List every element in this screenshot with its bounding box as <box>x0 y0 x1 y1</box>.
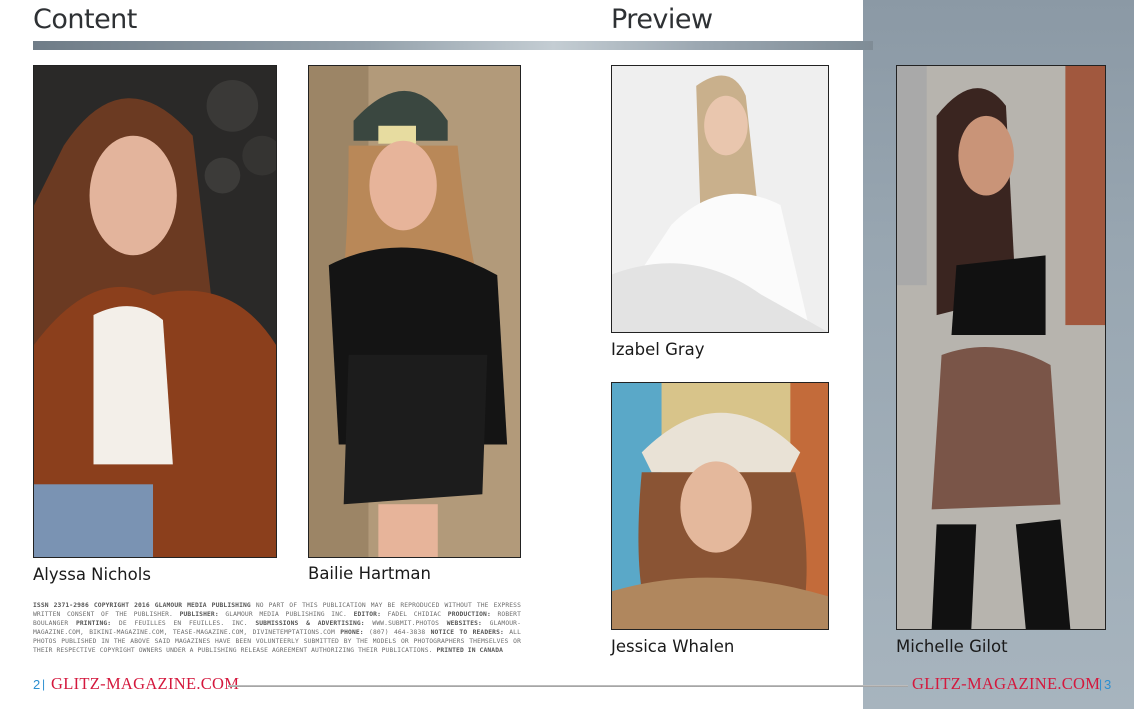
footer-separator-left: | <box>42 677 46 691</box>
photo-bailie-hartman[interactable] <box>308 65 521 558</box>
photo-michelle-gilot[interactable] <box>896 65 1106 630</box>
caption-bailie-hartman: Bailie Hartman <box>308 564 431 583</box>
legal-notice: ISSN 2371-2986 COPYRIGHT 2016 GLAMOUR ME… <box>33 602 521 655</box>
portrait-photo-icon <box>612 383 828 629</box>
page-number-right: 3 <box>1104 677 1112 692</box>
site-url-left[interactable]: GLITZ-MAGAZINE.COM <box>51 674 239 694</box>
page-number-left: 2 <box>33 677 41 692</box>
footer-separator-right: | <box>1099 677 1103 691</box>
footer-rule <box>228 685 908 687</box>
portrait-photo-icon <box>897 66 1105 629</box>
portrait-photo-icon <box>34 66 276 557</box>
preview-heading: Preview <box>611 4 713 35</box>
caption-jessica-whalen: Jessica Whalen <box>611 637 735 656</box>
photo-izabel-gray[interactable] <box>611 65 829 333</box>
portrait-photo-icon <box>612 66 828 332</box>
photo-jessica-whalen[interactable] <box>611 382 829 630</box>
caption-izabel-gray: Izabel Gray <box>611 340 705 359</box>
caption-alyssa-nichols: Alyssa Nichols <box>33 565 151 584</box>
photo-alyssa-nichols[interactable] <box>33 65 277 558</box>
site-url-right[interactable]: GLITZ-MAGAZINE.COM <box>912 674 1100 694</box>
portrait-photo-icon <box>309 66 520 557</box>
header-rule <box>33 41 873 50</box>
caption-michelle-gilot: Michelle Gilot <box>896 637 1008 656</box>
content-heading: Content <box>33 4 137 35</box>
